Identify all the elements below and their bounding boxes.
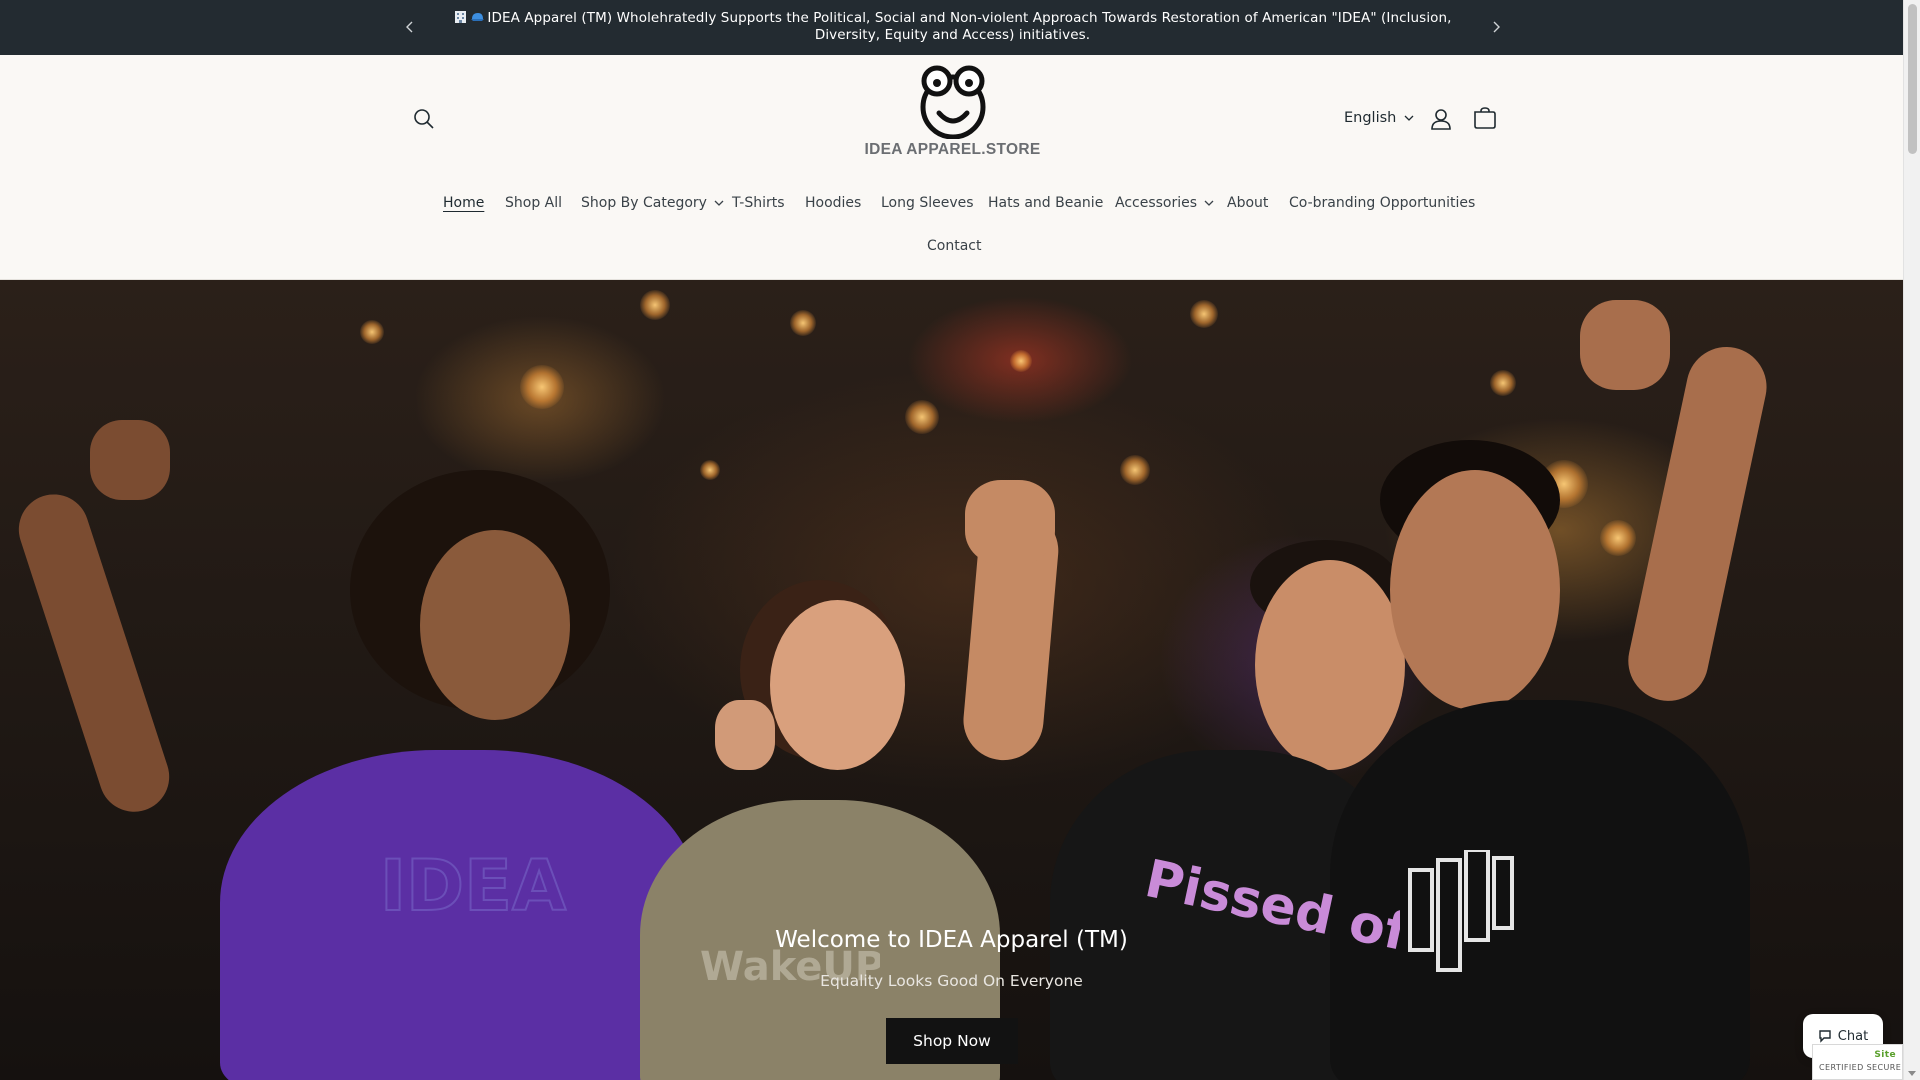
bokeh-light	[905, 400, 939, 434]
nav-label: T-Shirts	[732, 195, 785, 211]
nav-item-hats-and-beanie[interactable]: Hats and Beanie	[988, 195, 1103, 211]
trust-badge-label: CERTIFIED SECURE	[1819, 1063, 1902, 1072]
language-selector[interactable]: English	[1344, 110, 1414, 126]
search-button[interactable]	[410, 105, 438, 133]
search-icon	[414, 109, 434, 129]
logo-wordmark: IDEA APPAREL.STORE	[864, 141, 1041, 158]
person-face	[1390, 470, 1560, 710]
trust-badge-brand: Site	[1874, 1050, 1896, 1060]
nav-label: About	[1227, 195, 1269, 211]
nav-item-accessories[interactable]: Accessories	[1115, 195, 1214, 211]
bokeh-light	[1120, 455, 1150, 485]
person-face	[1255, 560, 1405, 770]
bokeh-light	[1010, 350, 1032, 372]
chevron-down-icon	[1204, 200, 1214, 206]
cap-emoji-icon	[471, 13, 485, 21]
person-fist	[1580, 300, 1670, 390]
chevron-left-icon	[406, 21, 413, 33]
nav-label: Co-branding Opportunities	[1289, 195, 1476, 211]
person-fist	[965, 480, 1055, 565]
nav-item-shop-all[interactable]: Shop All	[505, 195, 562, 211]
announcement-text: IDEA Apparel (TM) Wholehratedly Supports…	[487, 10, 1452, 43]
nav-label: Shop All	[505, 195, 563, 211]
nav-item-t-shirts[interactable]: T-Shirts	[732, 195, 785, 211]
bokeh-light	[1190, 300, 1218, 328]
bokeh-light	[1490, 370, 1516, 396]
nav-label: Accessories	[1115, 195, 1198, 211]
chat-label: Chat	[1837, 1028, 1869, 1044]
nav-item-co-branding[interactable]: Co-branding Opportunities	[1289, 195, 1475, 211]
cart-icon	[1474, 107, 1496, 129]
bokeh-light	[520, 365, 564, 409]
chevron-right-icon	[1493, 21, 1500, 33]
announcement-prev-button[interactable]	[399, 16, 421, 38]
nav-label: Long Sleeves	[881, 195, 974, 211]
person-face	[770, 600, 905, 770]
account-icon	[1431, 109, 1451, 130]
idea-shirt-print: IDEA	[380, 844, 567, 928]
chevron-down-icon	[714, 200, 724, 206]
building-emoji-icon	[455, 11, 467, 23]
bokeh-light	[790, 310, 816, 336]
nav-item-hoodies[interactable]: Hoodies	[805, 195, 861, 211]
person-fist	[715, 700, 775, 770]
page-scrollbar[interactable]	[1903, 0, 1920, 1080]
announcement-message: IDEA Apparel (TM) Wholehratedly Supports…	[430, 9, 1475, 44]
announcement-next-button[interactable]	[1485, 16, 1507, 38]
nav-label: Shop By Category	[581, 195, 707, 211]
scroll-down-arrow-icon[interactable]	[1908, 1071, 1916, 1076]
person-fist	[90, 420, 170, 500]
language-label: English	[1344, 110, 1397, 126]
nav-item-home[interactable]: Home	[443, 195, 484, 211]
nav-item-shop-by-category[interactable]: Shop By Category	[581, 195, 724, 211]
shop-now-button[interactable]: Shop Now	[886, 1018, 1018, 1064]
cart-button[interactable]	[1472, 106, 1498, 132]
nav-label: Home	[443, 195, 485, 211]
person-face	[420, 530, 570, 720]
site-header: IDEA APPAREL.STORE English Home Shop All…	[0, 55, 1903, 280]
announcement-bar: IDEA Apparel (TM) Wholehratedly Supports…	[0, 0, 1903, 55]
nav-item-long-sleeves[interactable]: Long Sleeves	[881, 195, 974, 211]
hero-title: Welcome to IDEA Apparel (TM)	[775, 927, 1128, 953]
site-logo[interactable]: IDEA APPAREL.STORE	[860, 65, 1045, 183]
nav-label: Hats and Beanie	[988, 195, 1104, 211]
nav-item-contact[interactable]: Contact	[927, 238, 981, 254]
bokeh-light	[700, 460, 720, 480]
logo-face-icon	[920, 65, 985, 139]
trust-badge[interactable]: Site CERTIFIED SECURE	[1812, 1044, 1903, 1080]
bokeh-light	[640, 290, 670, 320]
nav-label: Hoodies	[805, 195, 862, 211]
hero-subtitle: Equality Looks Good On Everyone	[820, 972, 1083, 990]
bokeh-light	[1600, 520, 1636, 556]
account-button[interactable]	[1428, 106, 1454, 132]
hero-banner: IDEA WakeUP AMERICA Pissed off? VOTE! We…	[0, 280, 1903, 1080]
idea-logo-shirt-print	[1408, 850, 1514, 972]
bokeh-light	[360, 320, 384, 344]
shirt-print-text: IDEA	[380, 845, 566, 927]
nav-item-about[interactable]: About	[1227, 195, 1268, 211]
chevron-down-icon	[1404, 115, 1414, 121]
scrollbar-thumb[interactable]	[1908, 4, 1917, 154]
chat-bubble-icon	[1819, 1030, 1831, 1043]
vote-shirt-print: Pissed off? VOTE!	[1140, 849, 1400, 1014]
